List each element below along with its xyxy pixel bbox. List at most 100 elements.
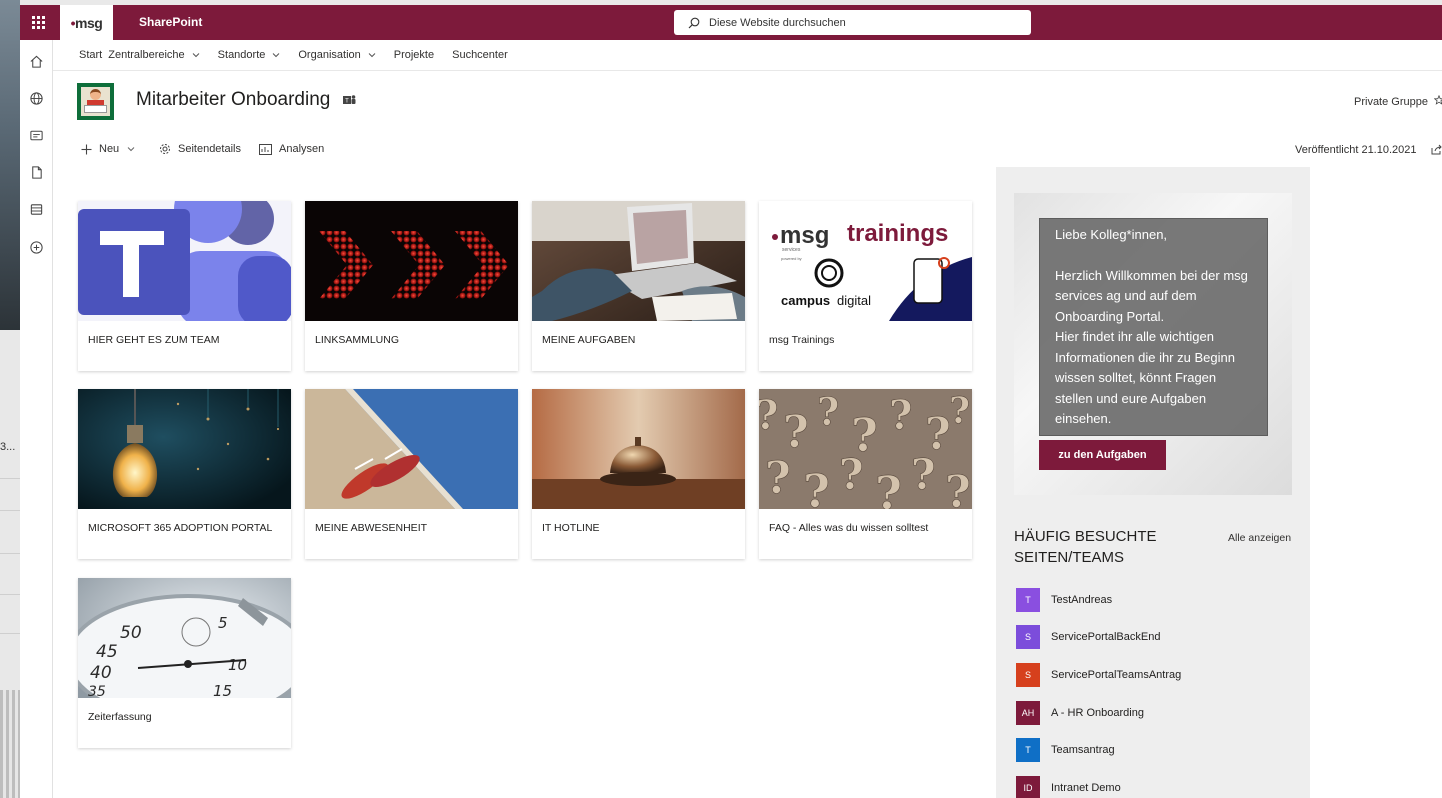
teams-logo-image — [78, 201, 291, 321]
news-icon[interactable] — [27, 126, 45, 144]
svg-text:50: 50 — [120, 623, 142, 643]
nav-organisation[interactable]: Organisation — [298, 49, 376, 61]
star-icon[interactable] — [1434, 95, 1442, 105]
tile-label: FAQ - Alles was du wissen solltest — [769, 522, 929, 534]
svg-text:10: 10 — [228, 656, 247, 674]
new-button[interactable]: Neu — [81, 143, 142, 155]
chevron-down-icon — [368, 53, 376, 58]
svg-text:?: ? — [911, 450, 936, 499]
quicklink-tile-team[interactable]: HIER GEHT ES ZUM TEAM — [78, 201, 291, 371]
partner-text-b: digital — [837, 293, 871, 308]
search-icon — [688, 17, 700, 28]
app-launcher-icon[interactable] — [20, 5, 56, 40]
create-icon[interactable] — [27, 238, 45, 256]
tile-label: Zeiterfassung — [88, 711, 152, 723]
tile-label: MEINE AUFGABEN — [542, 334, 636, 346]
nav-standorte[interactable]: Standorte — [218, 49, 281, 61]
app-name[interactable]: SharePoint — [139, 15, 202, 29]
quicklink-tile-it-hotline[interactable]: IT HOTLINE — [532, 389, 745, 559]
welcome-greeting: Liebe Kolleg*innen, — [1055, 227, 1168, 242]
tile-label: LINKSAMMLUNG — [315, 334, 400, 346]
site-name: Intranet Demo — [1051, 782, 1121, 794]
frequent-site-item[interactable]: T Teamsantrag — [1016, 738, 1115, 762]
svg-text:?: ? — [949, 390, 970, 432]
nav-start[interactable]: Start — [79, 49, 102, 61]
quicklink-tile-m365[interactable]: MICROSOFT 365 ADOPTION PORTAL — [78, 389, 291, 559]
welcome-text-2: Hier findet ihr alle wichtigen Informati… — [1055, 329, 1235, 426]
frequent-site-item[interactable]: S ServicePortalBackEnd — [1016, 625, 1160, 649]
svg-text:5: 5 — [218, 614, 228, 632]
quicklink-tile-trainings[interactable]: msg services trainings powered by campus… — [759, 201, 972, 371]
question-marks-image: ??? ??? ??? ??? ? — [759, 389, 972, 509]
site-avatar: AH — [1016, 701, 1040, 725]
quicklink-tile-zeiterfassung[interactable]: 50 45 40 35 5 10 15 Zeiterfassung — [78, 578, 291, 748]
trainings-word: trainings — [847, 220, 948, 247]
quicklink-tile-abwesenheit[interactable]: MEINE ABWESENHEIT — [305, 389, 518, 559]
partner-text-a: campus — [781, 293, 830, 308]
site-name: A - HR Onboarding — [1051, 707, 1144, 719]
tasks-button[interactable]: zu den Aufgaben — [1039, 440, 1166, 470]
welcome-card: Liebe Kolleg*innen, Herzlich Willkommen … — [1039, 218, 1268, 436]
nav-suchcenter[interactable]: Suchcenter — [452, 49, 508, 61]
quicklink-tile-faq[interactable]: ??? ??? ??? ??? ? FAQ - Alles was du wis… — [759, 389, 972, 559]
flip-flops-image — [305, 389, 518, 509]
frequent-site-item[interactable]: AH A - HR Onboarding — [1016, 701, 1144, 725]
frequent-site-item[interactable]: S ServicePortalTeamsAntrag — [1016, 663, 1181, 687]
analytics-button[interactable]: Analysen — [259, 143, 324, 155]
svg-text:40: 40 — [90, 663, 112, 683]
document-icon[interactable] — [27, 163, 45, 181]
suite-bar: • msg SharePoint Diese Website durchsuche… — [20, 5, 1442, 40]
privacy-label: Private Gruppe — [1354, 96, 1428, 108]
lightbulb-image — [78, 389, 291, 509]
svg-text:?: ? — [839, 450, 864, 499]
search-input[interactable]: Diese Website durchsuchen — [674, 10, 1031, 35]
powered-by-text: powered by — [781, 256, 802, 261]
background-window-strip: 3... — [0, 0, 20, 798]
logo-text: msg — [75, 14, 103, 31]
frequent-site-item[interactable]: T TestAndreas — [1016, 588, 1112, 612]
svg-text:?: ? — [817, 389, 839, 434]
svg-text:?: ? — [765, 453, 791, 504]
svg-text:35: 35 — [88, 684, 106, 698]
teams-icon[interactable]: T — [343, 94, 356, 106]
stopwatch-image: 50 45 40 35 5 10 15 — [78, 578, 291, 698]
site-name: Teamsantrag — [1051, 744, 1115, 756]
site-title[interactable]: Mitarbeiter Onboarding — [136, 89, 330, 111]
gear-icon — [160, 144, 170, 154]
svg-text:?: ? — [783, 407, 809, 458]
welcome-text-1: Herzlich Willkommen bei der msg services… — [1055, 267, 1248, 324]
site-avatar: S — [1016, 625, 1040, 649]
chevron-down-icon — [127, 147, 135, 152]
site-name: ServicePortalTeamsAntrag — [1051, 669, 1182, 681]
browser-window: • msg SharePoint Diese Website durchsuche… — [20, 0, 1442, 798]
frequent-site-item[interactable]: ID Intranet Demo — [1016, 776, 1121, 798]
nav-zentralbereiche[interactable]: Zentralbereiche — [108, 49, 200, 61]
site-name: TestAndreas — [1051, 594, 1113, 606]
right-column: Liebe Kolleg*innen, Herzlich Willkommen … — [996, 167, 1310, 798]
search-placeholder: Diese Website durchsuchen — [709, 16, 846, 29]
svg-text:?: ? — [875, 466, 902, 509]
site-avatar: ID — [1016, 776, 1040, 798]
page-details-button[interactable]: Seitendetails — [159, 143, 241, 155]
share-icon[interactable] — [1431, 144, 1442, 155]
frequent-sites-title: HÄUFIG BESUCHTE SEITEN/TEAMS — [1014, 528, 1157, 566]
lists-icon[interactable] — [27, 200, 45, 218]
brand-text: msg — [780, 222, 829, 249]
show-all-link[interactable]: Alle anzeigen — [1228, 532, 1291, 544]
tile-label: msg Trainings — [769, 334, 835, 346]
site-logo[interactable] — [77, 83, 114, 120]
published-date: Veröffentlicht 21.10.2021 — [1295, 144, 1417, 156]
msg-trainings-banner: msg services trainings powered by campus… — [759, 201, 972, 321]
home-icon[interactable] — [27, 52, 45, 70]
msg-logo[interactable]: • msg — [60, 5, 113, 40]
svg-text:?: ? — [889, 392, 912, 439]
analytics-icon — [259, 143, 272, 155]
site-avatar: S — [1016, 663, 1040, 687]
hub-navigation: Start Zentralbereiche Standorte Organisa… — [53, 40, 1442, 71]
quicklink-tile-aufgaben[interactable]: MEINE AUFGABEN — [532, 201, 745, 371]
svg-text:15: 15 — [213, 682, 232, 698]
globe-icon[interactable] — [27, 89, 45, 107]
plus-icon — [81, 144, 92, 154]
quicklink-tile-linksammlung[interactable]: LINKSAMMLUNG — [305, 201, 518, 371]
nav-projekte[interactable]: Projekte — [394, 49, 434, 61]
